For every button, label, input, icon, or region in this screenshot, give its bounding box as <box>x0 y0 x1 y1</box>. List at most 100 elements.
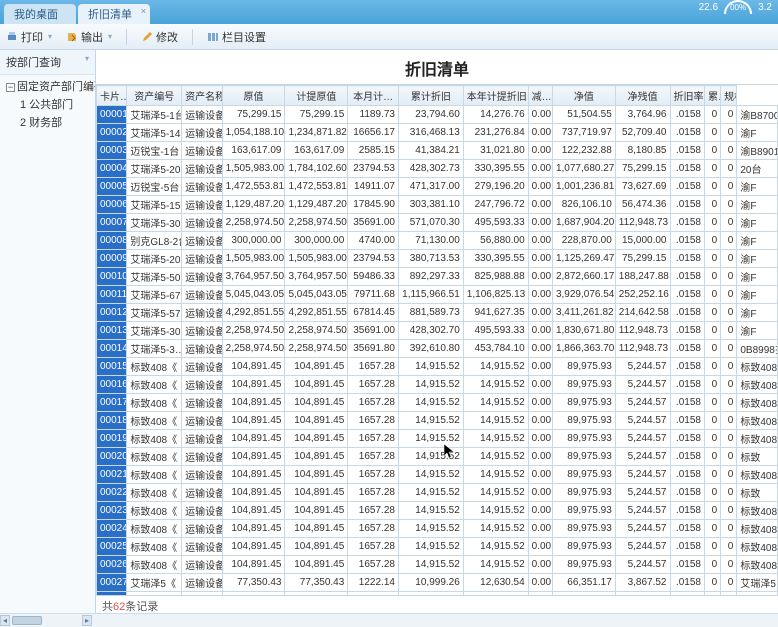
table-row[interactable]: 00021标致408《运输设备104,891.45104,891.451657.… <box>97 466 778 484</box>
column-header[interactable]: 资产编号 <box>127 86 182 106</box>
cell: 00020 <box>97 448 127 466</box>
cell: 1657.28 <box>348 448 399 466</box>
cell: 14,915.52 <box>463 412 528 430</box>
table-row[interactable]: 00008别克GL8-2台运输设备300,000.00300,000.00474… <box>97 232 778 250</box>
column-header[interactable]: 累… <box>704 86 720 106</box>
table-row[interactable]: 00010艾瑞泽5-50台运输设备3,764,957.503,764,957.5… <box>97 268 778 286</box>
table-row[interactable]: 00026标致408《运输设备104,891.45104,891.451657.… <box>97 556 778 574</box>
table-row[interactable]: 00012艾瑞泽5-57台运输设备4,292,851.554,292,851.5… <box>97 304 778 322</box>
table-row[interactable]: 00022标致408《运输设备104,891.45104,891.451657.… <box>97 484 778 502</box>
cell: 运输设备 <box>182 412 223 430</box>
cell: 104,891.45 <box>285 556 348 574</box>
cell: 0 <box>721 520 737 538</box>
table-row[interactable]: 00016标致408《运输设备104,891.45104,891.451657.… <box>97 376 778 394</box>
cell: 5,244.57 <box>615 448 670 466</box>
scroll-right-arrow[interactable]: ▸ <box>82 615 92 626</box>
cell: 104,891.45 <box>222 430 285 448</box>
table-row[interactable]: 00004艾瑞泽5-20台运输设备1,505,983.001,784,102.6… <box>97 160 778 178</box>
column-header[interactable]: 减… <box>528 86 552 106</box>
column-header[interactable]: 净残值 <box>615 86 670 106</box>
table-row[interactable]: 00018标致408《运输设备104,891.45104,891.451657.… <box>97 412 778 430</box>
cell: 14,915.52 <box>463 448 528 466</box>
cell: 渝F <box>737 124 778 142</box>
table-row[interactable]: 00003迈锐宝-1台运输设备163,617.09163,617.092585.… <box>97 142 778 160</box>
tree-root[interactable]: −固定资产部门编码目录 <box>2 77 93 95</box>
table-row[interactable]: 00023标致408《运输设备104,891.45104,891.451657.… <box>97 502 778 520</box>
cell: 14,915.52 <box>463 430 528 448</box>
cell: 00027 <box>97 574 127 592</box>
column-header[interactable]: 资产名称 <box>182 86 223 106</box>
table-row[interactable]: 00017标致408《运输设备104,891.45104,891.451657.… <box>97 394 778 412</box>
cell: 1,125,269.47 <box>552 250 615 268</box>
collapse-icon[interactable]: − <box>6 83 15 92</box>
table-row[interactable]: 00011艾瑞泽5-67台运输设备5,045,043.055,045,043.0… <box>97 286 778 304</box>
cell: 0.00 <box>528 322 552 340</box>
output-button[interactable]: 输出▾ <box>66 29 112 45</box>
tab-depreciation-list[interactable]: 折旧清单× <box>78 4 150 24</box>
horizontal-scrollbar[interactable]: ◂ ▸ <box>0 613 778 627</box>
table-row[interactable]: 00005迈锐宝-5台运输设备1,472,553.811,472,553.811… <box>97 178 778 196</box>
column-header[interactable]: 计提原值 <box>285 86 348 106</box>
table-row[interactable]: 00024标致408《运输设备104,891.45104,891.451657.… <box>97 520 778 538</box>
table-row[interactable]: 00020标致408《运输设备104,891.45104,891.451657.… <box>97 448 778 466</box>
tree-node-finance[interactable]: 2 财务部 <box>2 113 93 131</box>
cell: 14,915.52 <box>463 466 528 484</box>
cell: 2,258,974.50 <box>285 340 348 358</box>
table-row[interactable]: 00015标致408《运输设备104,891.45104,891.451657.… <box>97 358 778 376</box>
cell: 428,302.73 <box>398 160 463 178</box>
cell: 89,975.93 <box>552 538 615 556</box>
scroll-thumb[interactable] <box>12 616 42 625</box>
cell: 运输设备 <box>182 484 223 502</box>
cell: 0 <box>704 466 720 484</box>
table-row[interactable]: 00013艾瑞泽5-30台运输设备2,258,974.502,258,974.5… <box>97 322 778 340</box>
column-header[interactable]: 本年计提折旧 <box>463 86 528 106</box>
table-row[interactable]: 00002艾瑞泽5-14台运输设备1,054,188.101,234,871.8… <box>97 124 778 142</box>
cell: .0158 <box>670 178 704 196</box>
table-row[interactable]: 00007艾瑞泽5-30台运输设备2,258,974.502,258,974.5… <box>97 214 778 232</box>
column-settings-button[interactable]: 栏目设置 <box>207 29 266 45</box>
table-row[interactable]: 00027艾瑞泽5《运输设备77,350.4377,350.431222.141… <box>97 574 778 592</box>
table-row[interactable]: 00001艾瑞泽5-1台运输设备75,299.1575,299.151189.7… <box>97 106 778 124</box>
cell: 1657.28 <box>348 484 399 502</box>
table-row[interactable]: 00006艾瑞泽5-15台运输设备1,129,487.201,129,487.2… <box>97 196 778 214</box>
table-row[interactable]: 00019标致408《运输设备104,891.45104,891.451657.… <box>97 430 778 448</box>
cell: 1657.28 <box>348 430 399 448</box>
tab-desktop[interactable]: 我的桌面 <box>4 4 76 24</box>
cell: 75,299.15 <box>615 250 670 268</box>
tree-node-public[interactable]: 1 公共部门 <box>2 95 93 113</box>
table-row[interactable]: 00009艾瑞泽5-20台运输设备1,505,983.001,505,983.0… <box>97 250 778 268</box>
table-row[interactable]: 00025标致408《运输设备104,891.45104,891.451657.… <box>97 538 778 556</box>
table-row[interactable]: 00014艾瑞泽5-3…运输设备2,258,974.502,258,974.50… <box>97 340 778 358</box>
cell: 0 <box>721 502 737 520</box>
data-grid[interactable]: 卡片…资产编号资产名称原值计提原值本月计…累计折旧本年计提折旧减…净值净残值折旧… <box>96 84 778 595</box>
column-header[interactable]: 规格型号 <box>721 86 737 106</box>
cell: 104,891.45 <box>222 466 285 484</box>
column-header[interactable]: 本月计… <box>348 86 399 106</box>
print-button[interactable]: 打印▾ <box>6 29 52 45</box>
cell: 392,610.80 <box>398 340 463 358</box>
cell: 104,891.45 <box>285 520 348 538</box>
cell: 1657.28 <box>348 538 399 556</box>
cell: 00019 <box>97 430 127 448</box>
cell: 艾瑞泽5-1台 <box>127 106 182 124</box>
column-header[interactable]: 折旧率 单… <box>670 86 704 106</box>
cell: 标致408 <box>737 556 778 574</box>
column-header[interactable]: 净值 <box>552 86 615 106</box>
column-header[interactable]: 卡片… <box>97 86 127 106</box>
cell: 1222.14 <box>348 574 399 592</box>
cell: 67814.45 <box>348 304 399 322</box>
cell: 00004 <box>97 160 127 178</box>
column-header[interactable]: 原值 <box>222 86 285 106</box>
cell: 1657.28 <box>348 358 399 376</box>
modify-button[interactable]: 修改 <box>141 29 178 45</box>
dept-tree[interactable]: −固定资产部门编码目录 1 公共部门 2 财务部 <box>0 75 95 133</box>
cell: .0158 <box>670 358 704 376</box>
cell: 56,880.00 <box>463 232 528 250</box>
cell: 艾瑞泽5-30台 <box>127 214 182 232</box>
cell: 运输设备 <box>182 538 223 556</box>
scroll-left-arrow[interactable]: ◂ <box>0 615 10 626</box>
close-icon[interactable]: × <box>141 6 146 16</box>
column-header[interactable]: 累计折旧 <box>398 86 463 106</box>
cell: 0 <box>704 484 720 502</box>
cell: 0 <box>704 340 720 358</box>
